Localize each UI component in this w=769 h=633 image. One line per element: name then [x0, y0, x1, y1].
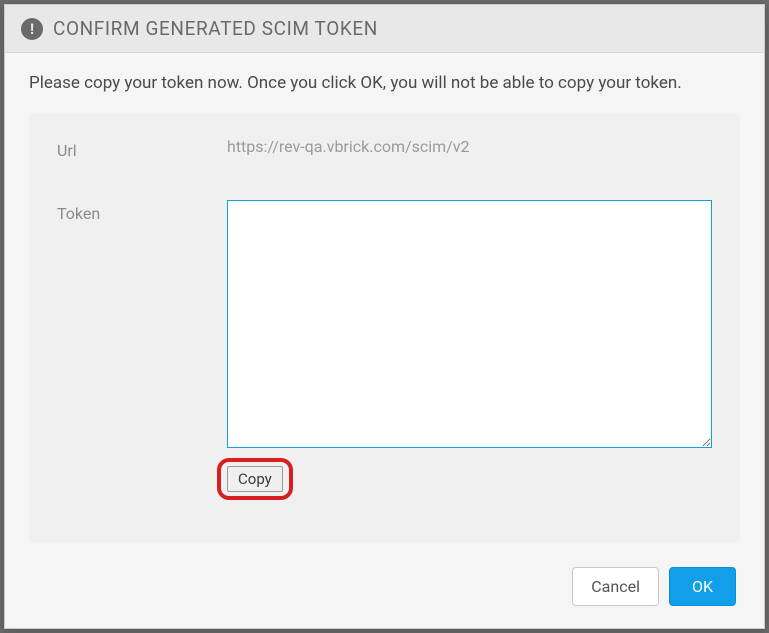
- url-row: Url https://rev-qa.vbrick.com/scim/v2: [57, 137, 712, 160]
- dialog-header: ! CONFIRM GENERATED SCIM TOKEN: [5, 5, 764, 53]
- token-textarea[interactable]: [227, 200, 712, 448]
- confirm-token-dialog: ! CONFIRM GENERATED SCIM TOKEN Please co…: [4, 4, 765, 629]
- url-value: https://rev-qa.vbrick.com/scim/v2: [227, 137, 469, 156]
- token-row: Token Copy: [57, 200, 712, 492]
- copy-button-wrap: Copy: [227, 466, 283, 492]
- token-panel: Url https://rev-qa.vbrick.com/scim/v2 To…: [29, 113, 740, 543]
- instruction-text: Please copy your token now. Once you cli…: [29, 73, 740, 93]
- warning-icon: !: [21, 18, 43, 40]
- cancel-button[interactable]: Cancel: [572, 567, 659, 606]
- dialog-footer: Cancel OK: [5, 553, 764, 628]
- modal-overlay: ! CONFIRM GENERATED SCIM TOKEN Please co…: [0, 0, 769, 633]
- token-label: Token: [57, 200, 227, 223]
- url-label: Url: [57, 137, 227, 160]
- ok-button[interactable]: OK: [669, 567, 736, 606]
- dialog-body: Please copy your token now. Once you cli…: [5, 53, 764, 553]
- dialog-title: CONFIRM GENERATED SCIM TOKEN: [53, 17, 378, 40]
- copy-button[interactable]: Copy: [227, 466, 283, 492]
